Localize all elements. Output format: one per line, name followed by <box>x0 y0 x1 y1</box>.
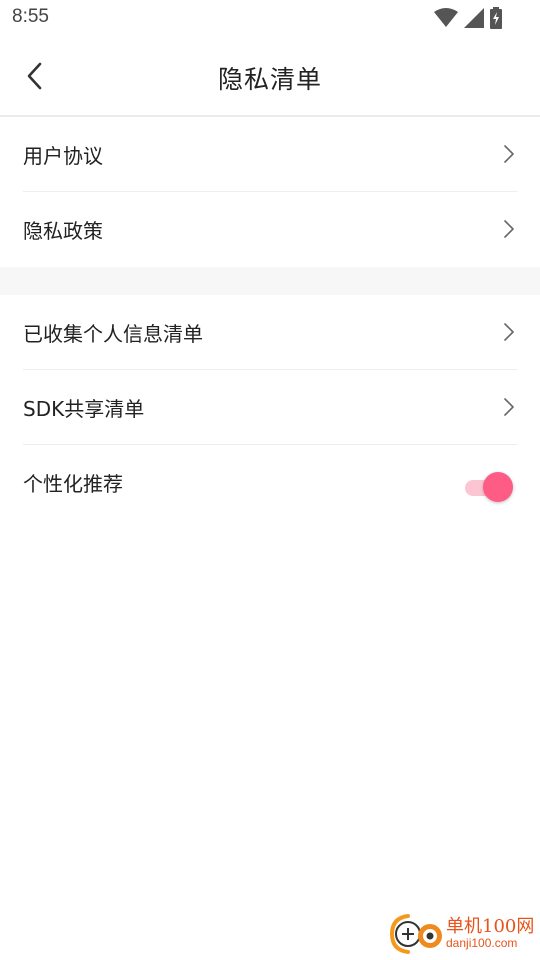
watermark-logo-icon <box>389 914 442 954</box>
chevron-right-icon <box>503 321 517 343</box>
watermark-logo: 单机100网 danji100.com <box>386 910 536 958</box>
list-item-label: 用户协议 <box>23 143 103 168</box>
watermark-url: danji100.com <box>446 936 518 950</box>
list-item-user-agreement[interactable]: 用户协议 <box>23 117 517 192</box>
header: 隐私清单 <box>0 36 540 117</box>
list-item-label: 隐私政策 <box>23 218 103 243</box>
status-bar: 8:55 <box>0 0 540 36</box>
list-item-collected-info[interactable]: 已收集个人信息清单 <box>23 295 517 370</box>
list-item-label: 个性化推荐 <box>23 471 123 496</box>
battery-icon <box>490 7 502 29</box>
page-title: 隐私清单 <box>217 65 322 94</box>
chevron-right-icon <box>503 396 517 418</box>
watermark-text: 单机100网 <box>446 916 535 937</box>
status-icons <box>434 7 502 29</box>
list-item-label: SDK共享清单 <box>23 396 145 421</box>
section-divider <box>0 267 540 295</box>
list-item-label: 已收集个人信息清单 <box>23 321 203 346</box>
status-time: 8:55 <box>12 6 49 27</box>
chevron-right-icon <box>503 218 517 240</box>
chevron-right-icon <box>503 143 517 165</box>
list-item-personalized: 个性化推荐 <box>23 445 517 519</box>
wifi-icon <box>434 8 458 27</box>
cell-signal-icon <box>464 8 484 28</box>
list-item-privacy-policy[interactable]: 隐私政策 <box>23 192 517 266</box>
toggle-thumb <box>483 472 513 502</box>
list-item-sdk-sharing[interactable]: SDK共享清单 <box>23 370 517 445</box>
personalized-toggle[interactable] <box>465 472 517 504</box>
